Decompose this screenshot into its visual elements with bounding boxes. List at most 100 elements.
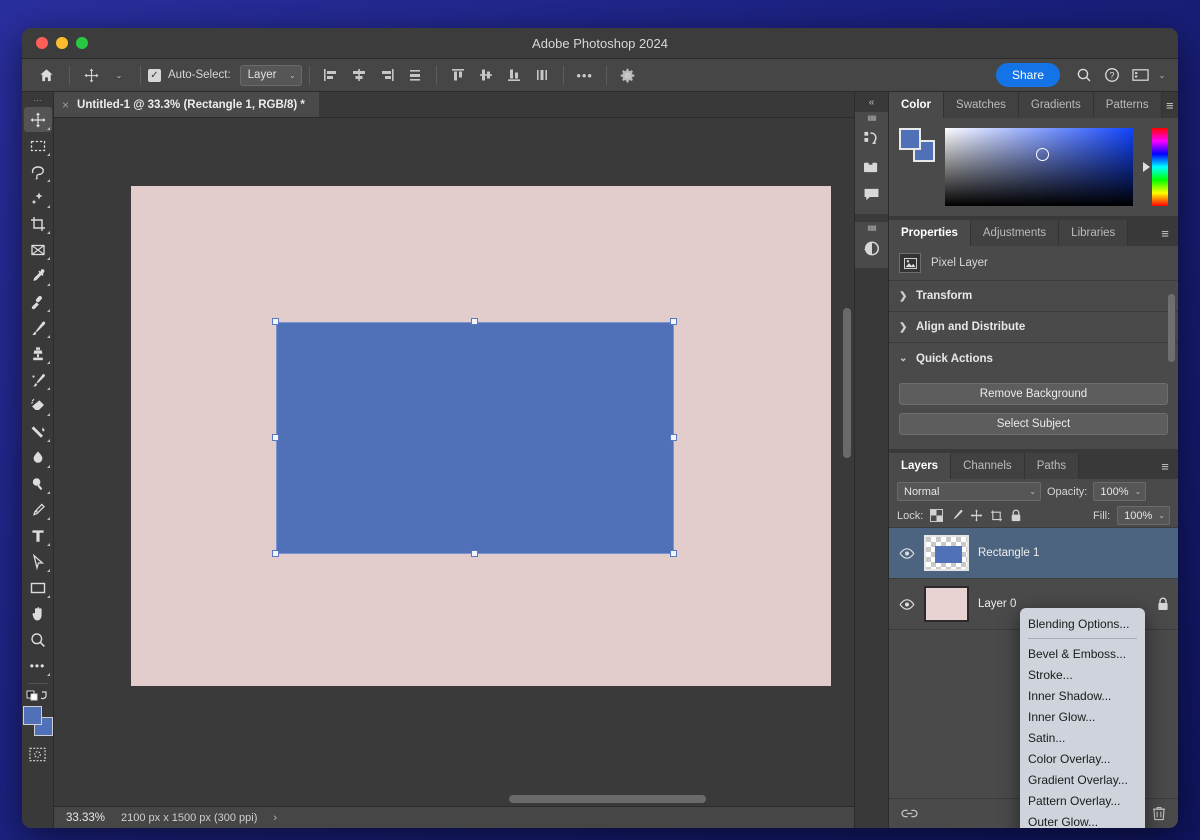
- canvas-vertical-scrollbar[interactable]: [843, 308, 851, 458]
- path-selection-tool[interactable]: [24, 549, 52, 574]
- chevron-down-icon[interactable]: ⌄: [106, 63, 132, 88]
- quick-mask-icon[interactable]: [24, 742, 52, 767]
- align-horizontal-centers-icon[interactable]: [346, 63, 372, 88]
- object-selection-tool[interactable]: [24, 185, 52, 210]
- properties-section-quick-actions[interactable]: ⌄ Quick Actions: [889, 343, 1178, 374]
- tab-properties[interactable]: Properties: [889, 220, 971, 246]
- lock-artboard-nesting-icon[interactable]: [990, 509, 1003, 522]
- type-tool[interactable]: [24, 523, 52, 548]
- handle-top-center[interactable]: [471, 318, 478, 325]
- clone-stamp-tool[interactable]: [24, 341, 52, 366]
- default-colors-icon[interactable]: [26, 689, 50, 703]
- help-icon[interactable]: ?: [1099, 63, 1125, 88]
- lock-all-icon[interactable]: [1010, 509, 1022, 522]
- hand-tool[interactable]: [24, 601, 52, 626]
- history-brush-tool[interactable]: [24, 367, 52, 392]
- lock-position-icon[interactable]: [970, 509, 983, 522]
- rectangle-tool[interactable]: [24, 575, 52, 600]
- handle-bottom-center[interactable]: [471, 550, 478, 557]
- menu-item-inner-shadow[interactable]: Inner Shadow...: [1020, 685, 1145, 706]
- document-tab[interactable]: × Untitled-1 @ 33.3% (Rectangle 1, RGB/8…: [54, 92, 319, 117]
- handle-bottom-left[interactable]: [272, 550, 279, 557]
- opacity-field[interactable]: 100% ⌄: [1093, 482, 1146, 501]
- tab-paths[interactable]: Paths: [1025, 453, 1079, 479]
- more-options-icon[interactable]: •••: [572, 63, 598, 88]
- menu-item-inner-glow[interactable]: Inner Glow...: [1020, 706, 1145, 727]
- chevron-down-icon[interactable]: ⌄: [1155, 63, 1169, 88]
- delete-layer-icon[interactable]: [1152, 806, 1166, 821]
- layer-row-rectangle-1[interactable]: Rectangle 1: [889, 528, 1178, 579]
- rectangular-marquee-tool[interactable]: [24, 133, 52, 158]
- properties-section-align-and-distribute[interactable]: ❯ Align and Distribute: [889, 312, 1178, 343]
- color-ramp[interactable]: [945, 128, 1133, 206]
- settings-gear-icon[interactable]: [615, 63, 641, 88]
- blur-tool[interactable]: [24, 445, 52, 470]
- chevron-down-icon[interactable]: ⌄: [1158, 511, 1165, 520]
- color-swatches[interactable]: [23, 706, 53, 736]
- minimize-window-button[interactable]: [56, 37, 68, 49]
- rail-drag-handle[interactable]: ▮▮▮: [867, 114, 876, 124]
- comments-icon[interactable]: [858, 180, 886, 208]
- hue-slider[interactable]: [1152, 128, 1168, 206]
- workspace-icon[interactable]: [1127, 63, 1153, 88]
- layer-name[interactable]: Layer 0: [978, 598, 1016, 610]
- home-icon[interactable]: [31, 63, 61, 88]
- tab-gradients[interactable]: Gradients: [1019, 92, 1094, 118]
- align-top-edges-icon[interactable]: [445, 63, 471, 88]
- libraries-icon[interactable]: [858, 152, 886, 180]
- select-subject-button[interactable]: Select Subject: [899, 413, 1168, 435]
- menu-item-pattern-overlay[interactable]: Pattern Overlay...: [1020, 790, 1145, 811]
- align-vertical-centers-icon[interactable]: [473, 63, 499, 88]
- layer-visibility-icon[interactable]: [898, 548, 915, 559]
- distribute-vertically-icon[interactable]: [529, 63, 555, 88]
- foreground-color-swatch[interactable]: [23, 706, 42, 725]
- tab-swatches[interactable]: Swatches: [944, 92, 1019, 118]
- move-tool-icon[interactable]: [78, 63, 104, 88]
- canvas-horizontal-scrollbar[interactable]: [509, 795, 706, 803]
- fill-field[interactable]: 100% ⌄: [1117, 506, 1170, 525]
- brush-tool[interactable]: [24, 315, 52, 340]
- layer-visibility-icon[interactable]: [898, 599, 915, 610]
- eyedropper-tool[interactable]: [24, 263, 52, 288]
- dodge-tool[interactable]: [24, 471, 52, 496]
- menu-item-gradient-overlay[interactable]: Gradient Overlay...: [1020, 769, 1145, 790]
- pen-tool[interactable]: [24, 497, 52, 522]
- share-button[interactable]: Share: [996, 63, 1060, 87]
- more-tools[interactable]: •••: [24, 653, 52, 678]
- handle-middle-right[interactable]: [670, 434, 677, 441]
- handle-bottom-right[interactable]: [670, 550, 677, 557]
- chevron-down-icon[interactable]: ⌄: [1135, 487, 1142, 496]
- lock-image-pixels-icon[interactable]: [950, 509, 963, 522]
- layer-thumbnail[interactable]: [924, 586, 969, 622]
- spot-healing-brush-tool[interactable]: [24, 289, 52, 314]
- tab-layers[interactable]: Layers: [889, 453, 951, 479]
- panel-menu-icon[interactable]: ≡: [1152, 453, 1178, 479]
- search-icon[interactable]: [1071, 63, 1097, 88]
- remove-background-button[interactable]: Remove Background: [899, 383, 1168, 405]
- lock-transparent-pixels-icon[interactable]: [930, 509, 943, 522]
- tools-drag-handle[interactable]: ⋯: [34, 94, 42, 107]
- handle-top-right[interactable]: [670, 318, 677, 325]
- frame-tool[interactable]: [24, 237, 52, 262]
- history-icon[interactable]: [858, 124, 886, 152]
- canvas[interactable]: [54, 118, 854, 806]
- distribute-horizontally-icon[interactable]: [402, 63, 428, 88]
- adjustments-presets-icon[interactable]: [858, 234, 886, 262]
- handle-middle-left[interactable]: [272, 434, 279, 441]
- crop-tool[interactable]: [24, 211, 52, 236]
- menu-item-color-overlay[interactable]: Color Overlay...: [1020, 748, 1145, 769]
- status-expand-icon[interactable]: ›: [273, 812, 277, 824]
- tab-adjustments[interactable]: Adjustments: [971, 220, 1059, 246]
- menu-item-blending-options[interactable]: Blending Options...: [1020, 613, 1145, 634]
- foreground-color-swatch[interactable]: [899, 128, 921, 150]
- align-bottom-edges-icon[interactable]: [501, 63, 527, 88]
- auto-select-checkbox[interactable]: ✓: [148, 69, 161, 82]
- close-window-button[interactable]: [36, 37, 48, 49]
- move-tool[interactable]: [24, 107, 52, 132]
- tab-libraries[interactable]: Libraries: [1059, 220, 1128, 246]
- tab-patterns[interactable]: Patterns: [1094, 92, 1162, 118]
- auto-select-dropdown[interactable]: Layer ⌄: [240, 65, 302, 86]
- tab-channels[interactable]: Channels: [951, 453, 1025, 479]
- menu-item-bevel-and-emboss[interactable]: Bevel & Emboss...: [1020, 643, 1145, 664]
- layer-styles-context-menu[interactable]: Blending Options... Bevel & Emboss... St…: [1020, 608, 1145, 828]
